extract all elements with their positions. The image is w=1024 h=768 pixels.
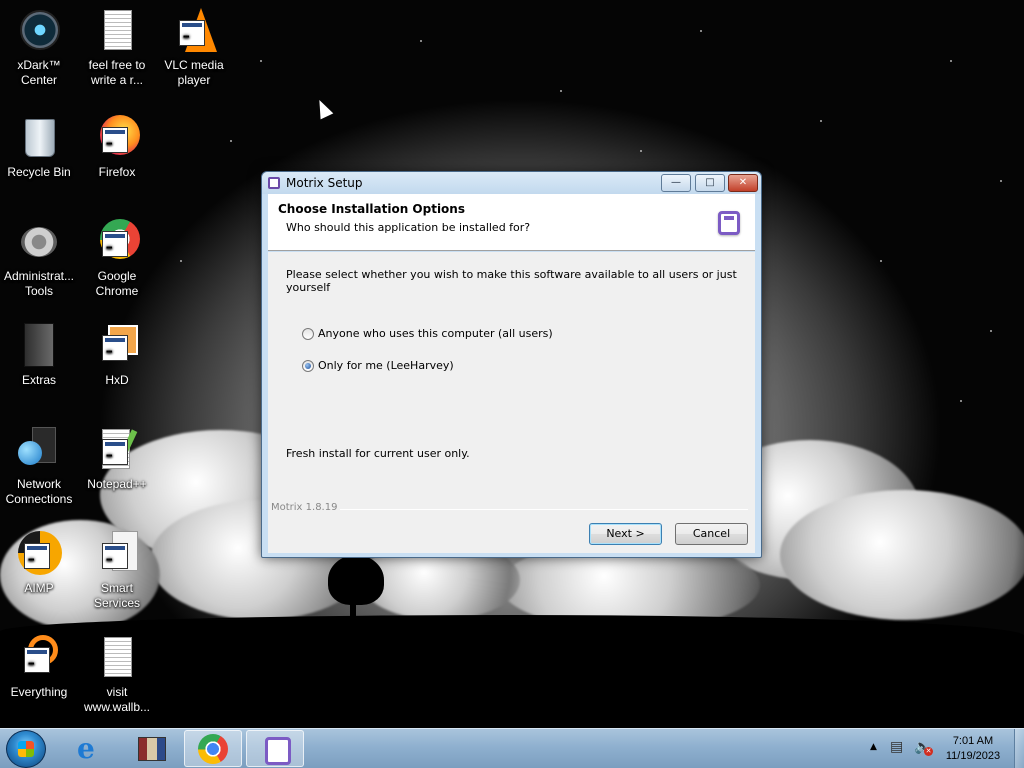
tree-silhouette (328, 555, 384, 605)
clock[interactable]: 7:01 AM 11/19/2023 (938, 734, 1008, 764)
mouse-cursor (313, 97, 334, 120)
wizard-body: Please select whether you wish to make t… (268, 252, 755, 553)
version-label: Motrix 1.8.19 (271, 502, 341, 513)
desktop-icon-vlc[interactable]: VLC media player (155, 8, 233, 88)
text-document-icon (94, 8, 140, 54)
everything-search-icon (16, 635, 62, 681)
smart-services-icon (94, 531, 140, 577)
desktop-icon-smart-services[interactable]: Smart Services (78, 531, 156, 611)
desktop-icon-recycle-bin[interactable]: Recycle Bin (0, 115, 78, 180)
motrix-logo-icon (718, 211, 740, 235)
text-document-icon (94, 635, 140, 681)
motrix-app-icon (268, 177, 280, 189)
start-button[interactable] (6, 730, 46, 768)
archive-manager-icon[interactable] (122, 730, 180, 767)
show-hidden-icons-icon[interactable]: ▲ (870, 742, 877, 752)
admin-tools-icon (16, 219, 62, 265)
desktop-icon-network-connections[interactable]: Network Connections (0, 427, 78, 507)
desktop-icon-everything[interactable]: Everything (0, 635, 78, 700)
xdark-center-icon (16, 8, 62, 54)
network-icon (16, 427, 62, 473)
folder-icon (16, 323, 62, 369)
title-bar[interactable]: Motrix Setup — □ ✕ (262, 172, 761, 194)
desktop-icon-aimp[interactable]: AIMP (0, 531, 78, 596)
maximize-button[interactable]: □ (695, 174, 725, 192)
aimp-icon (16, 531, 62, 577)
internet-explorer-icon[interactable] (60, 730, 118, 767)
desktop-icon-visit-wallb[interactable]: visit www.wallb... (78, 635, 156, 715)
desktop-icon-firefox[interactable]: Firefox (78, 115, 156, 180)
page-subtitle: Who should this application be installed… (286, 221, 531, 234)
clock-time: 7:01 AM (952, 735, 994, 747)
desktop-icon-feel-free-text[interactable]: feel free to write a r... (78, 8, 156, 88)
cancel-button[interactable]: Cancel (675, 523, 748, 545)
radio-unchecked-icon[interactable] (302, 328, 314, 340)
install-status-text: Fresh install for current user only. (286, 447, 470, 460)
recycle-bin-icon (16, 115, 62, 161)
clock-date: 11/19/2023 (945, 750, 1001, 762)
desktop-icon-hxd[interactable]: HxD (78, 323, 156, 388)
show-desktop-button[interactable] (1014, 729, 1024, 768)
chrome-icon (94, 219, 140, 265)
chrome-icon[interactable] (184, 730, 242, 767)
hxd-icon (94, 323, 140, 369)
motrix-icon[interactable] (246, 730, 304, 767)
motrix-setup-dialog: Motrix Setup — □ ✕ Choose Installation O… (261, 171, 762, 558)
wizard-header: Choose Installation Options Who should t… (268, 194, 755, 251)
desktop-icon-notepad-plus-plus[interactable]: Notepad++ (78, 427, 156, 492)
window-title: Motrix Setup (286, 176, 363, 190)
desktop-icon-xdark-center[interactable]: xDark™ Center (0, 8, 78, 88)
mute-indicator-icon: ✕ (924, 747, 933, 756)
divider (338, 509, 748, 510)
page-title: Choose Installation Options (278, 202, 465, 216)
desktop-icon-extras[interactable]: Extras (0, 323, 78, 388)
desktop-icon-google-chrome[interactable]: Google Chrome (78, 219, 156, 299)
instruction-text: Please select whether you wish to make t… (286, 268, 737, 294)
network-status-icon[interactable]: ▤ (890, 739, 908, 757)
close-button[interactable]: ✕ (728, 174, 758, 192)
desktop-icon-admin-tools[interactable]: Administrat... Tools (0, 219, 78, 299)
firefox-icon (94, 115, 140, 161)
taskbar: ▲ ▤ 🔈 ✕ 7:01 AM 11/19/2023 (0, 728, 1024, 768)
minimize-button[interactable]: — (661, 174, 691, 192)
vlc-icon (171, 8, 217, 54)
next-button[interactable]: Next > (589, 523, 662, 545)
radio-checked-icon[interactable] (302, 360, 314, 372)
notepad-plus-plus-icon (94, 427, 140, 473)
